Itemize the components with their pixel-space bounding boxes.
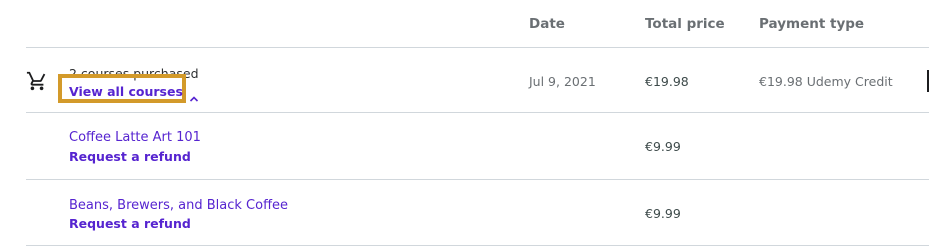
- payment-type: €19.98 Udemy Credit: [759, 74, 893, 89]
- chevron-up-icon: [189, 88, 199, 102]
- row-divider: [26, 112, 929, 113]
- view-all-courses-toggle[interactable]: View all courses: [69, 84, 199, 102]
- course-title-link[interactable]: Beans, Brewers, and Black Coffee: [69, 198, 288, 213]
- course-price: €9.99: [645, 139, 681, 154]
- row-divider: [26, 245, 929, 246]
- column-header-payment-type: Payment type: [759, 16, 865, 32]
- column-header-total-price: Total price: [645, 16, 725, 32]
- request-refund-link[interactable]: Request a refund: [69, 216, 191, 231]
- request-refund-link[interactable]: Request a refund: [69, 149, 191, 164]
- course-title-link[interactable]: Coffee Latte Art 101: [69, 130, 201, 145]
- column-header-date: Date: [529, 16, 565, 32]
- view-all-courses-label: View all courses: [69, 84, 183, 99]
- purchase-date: Jul 9, 2021: [529, 74, 596, 89]
- header-divider: [26, 47, 929, 48]
- row-divider: [26, 179, 929, 180]
- purchase-total: €19.98: [645, 74, 689, 89]
- cart-icon: [26, 70, 48, 92]
- course-price: €9.99: [645, 206, 681, 221]
